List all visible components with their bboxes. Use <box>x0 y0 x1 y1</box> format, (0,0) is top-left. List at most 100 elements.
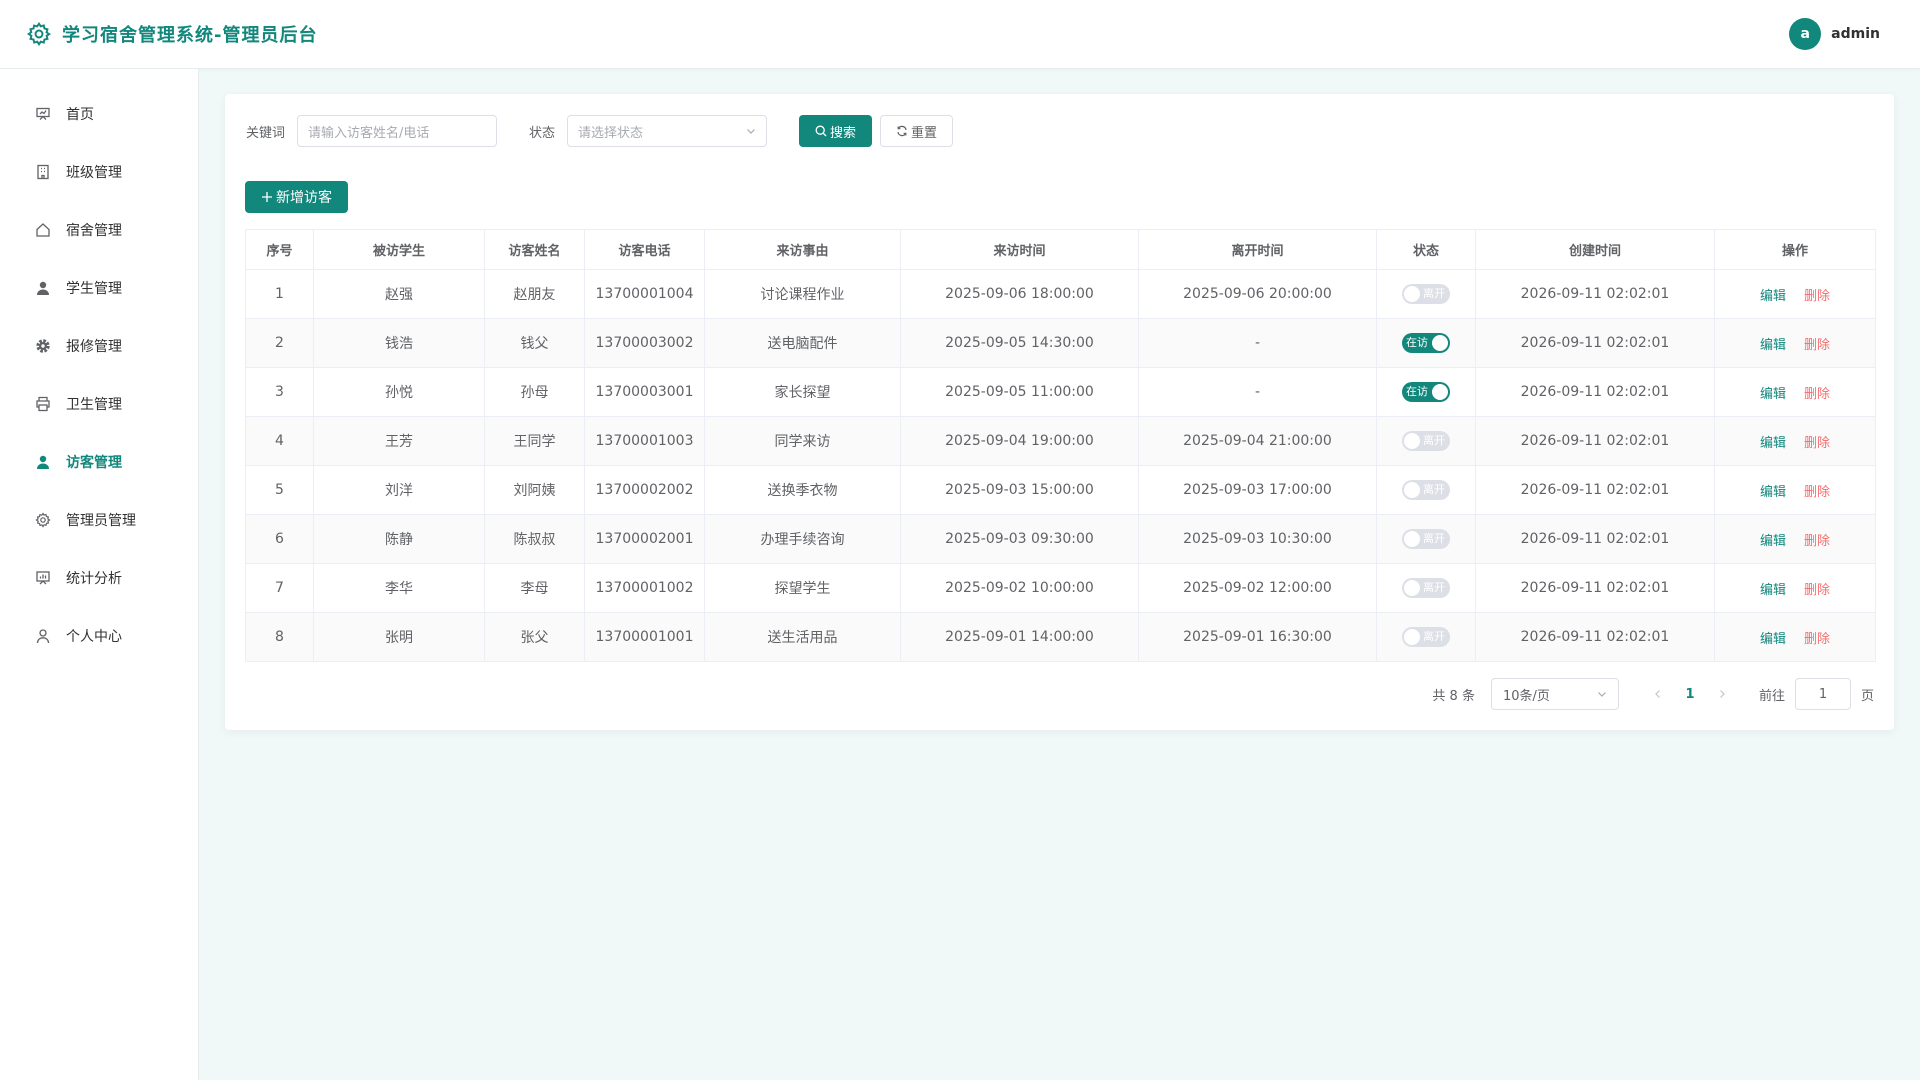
username[interactable]: admin <box>1831 26 1880 42</box>
sidebar-item-repair[interactable]: 报修管理 <box>0 317 198 375</box>
visitor-name: 张父 <box>484 612 585 662</box>
column-header: 离开时间 <box>1138 229 1377 270</box>
avatar[interactable]: a <box>1789 18 1822 50</box>
goto-page-input[interactable]: 1 <box>1794 678 1851 710</box>
sidebar: 首页 班级管理 宿舍管理 学生管理 报修管理 卫生管理 访客管理 管理员管理 统… <box>0 69 199 1080</box>
status-switch[interactable]: 在访 <box>1402 333 1450 353</box>
status-select[interactable]: 请选择状态 <box>567 115 768 147</box>
table-header-row: 序号 被访学生 访客姓名 访客电话 来访事由 来访时间 离开时间 状态 创建时间… <box>245 229 1876 270</box>
visit-time: 2025-09-01 14:00:00 <box>900 612 1139 662</box>
keyword-label: 关键词 <box>246 125 286 141</box>
status-switch-text: 离开 <box>1423 581 1445 594</box>
status-switch[interactable]: 离开 <box>1402 627 1450 647</box>
status-switch[interactable]: 离开 <box>1402 480 1450 500</box>
status-cell: 离开 <box>1376 563 1476 613</box>
sidebar-item-student[interactable]: 学生管理 <box>0 259 198 317</box>
created-time: 2026-09-11 02:02:01 <box>1475 367 1715 417</box>
row-actions-group: 编辑 删除 <box>1760 383 1830 402</box>
table-row: 6 陈静 陈叔叔 13700002001 办理手续咨询 2025-09-03 09:30:… <box>245 514 1876 564</box>
sidebar-item-profile[interactable]: 个人中心 <box>0 607 198 665</box>
status-switch-knob <box>1404 482 1420 498</box>
chevron-down-icon <box>747 129 755 134</box>
table-row: 3 孙悦 孙母 13700003001 家长探望 2025-09-05 11:00:00-… <box>245 367 1876 417</box>
edit-button[interactable]: 编辑 <box>1760 285 1786 304</box>
edit-button[interactable]: 编辑 <box>1760 334 1786 353</box>
sidebar-item-home[interactable]: 首页 <box>0 85 198 143</box>
prev-page-button[interactable] <box>1643 678 1673 710</box>
add-visitor-button[interactable]: 新增访客 <box>245 181 348 213</box>
visit-time: 2025-09-05 11:00:00 <box>900 367 1139 417</box>
leave-time: 2025-09-02 12:00:00 <box>1138 563 1377 613</box>
keyword-input[interactable]: 请输入访客姓名/电话 <box>297 115 498 147</box>
sidebar-item-visitor[interactable]: 访客管理 <box>0 433 198 491</box>
page-size-select[interactable]: 10条/页 <box>1490 678 1619 710</box>
sidebar-item-hygiene[interactable]: 卫生管理 <box>0 375 198 433</box>
sidebar-item-stats[interactable]: 统计分析 <box>0 549 198 607</box>
building-icon <box>35 164 51 180</box>
edit-button[interactable]: 编辑 <box>1760 530 1786 549</box>
visitor-name: 王同学 <box>484 416 585 466</box>
visit-reason: 同学来访 <box>704 416 901 466</box>
row-index: 4 <box>245 416 314 466</box>
status-switch[interactable]: 离开 <box>1402 431 1450 451</box>
delete-button[interactable]: 删除 <box>1804 628 1830 647</box>
visitor-phone: 13700001002 <box>584 563 705 613</box>
status-switch-text: 离开 <box>1423 434 1445 447</box>
sidebar-item-label: 学生管理 <box>66 281 122 297</box>
visitor-phone: 13700001004 <box>584 269 705 319</box>
sidebar-item-label: 卫生管理 <box>66 397 122 413</box>
status-switch[interactable]: 离开 <box>1402 578 1450 598</box>
row-index: 3 <box>245 367 314 417</box>
edit-button[interactable]: 编辑 <box>1760 432 1786 451</box>
sidebar-item-class[interactable]: 班级管理 <box>0 143 198 201</box>
edit-button[interactable]: 编辑 <box>1760 579 1786 598</box>
edit-button[interactable]: 编辑 <box>1760 481 1786 500</box>
sidebar-item-label: 首页 <box>66 107 94 123</box>
delete-button[interactable]: 删除 <box>1804 383 1830 402</box>
user-menu[interactable]: a admin <box>1789 18 1880 50</box>
delete-button[interactable]: 删除 <box>1804 334 1830 353</box>
row-actions: 编辑 删除 <box>1714 318 1876 368</box>
row-index: 2 <box>245 318 314 368</box>
status-switch[interactable]: 离开 <box>1402 529 1450 549</box>
edit-button[interactable]: 编辑 <box>1760 628 1786 647</box>
delete-button[interactable]: 删除 <box>1804 432 1830 451</box>
status-switch[interactable]: 在访 <box>1402 382 1450 402</box>
sidebar-item-label: 宿舍管理 <box>66 223 122 239</box>
printer-icon <box>35 396 51 412</box>
page-number-current[interactable]: 1 <box>1673 678 1707 710</box>
dashboard-icon <box>35 106 51 122</box>
next-page-button[interactable] <box>1707 678 1737 710</box>
row-index: 8 <box>245 612 314 662</box>
status-switch[interactable]: 离开 <box>1402 284 1450 304</box>
row-index: 6 <box>245 514 314 564</box>
visited-student: 刘洋 <box>313 465 485 515</box>
row-actions: 编辑 删除 <box>1714 416 1876 466</box>
pagination: 共 8 条 10条/页 1 前往 1 页 <box>1432 678 1874 710</box>
visit-time: 2025-09-02 10:00:00 <box>900 563 1139 613</box>
status-cell: 在访 <box>1376 318 1476 368</box>
row-actions-group: 编辑 删除 <box>1760 285 1830 304</box>
delete-button[interactable]: 删除 <box>1804 530 1830 549</box>
delete-button[interactable]: 删除 <box>1804 285 1830 304</box>
chevron-right-icon <box>1720 690 1725 698</box>
visit-reason: 送电脑配件 <box>704 318 901 368</box>
sidebar-item-label: 访客管理 <box>66 455 122 471</box>
brand: 学习宿舍管理系统-管理员后台 <box>26 21 317 47</box>
edit-button[interactable]: 编辑 <box>1760 383 1786 402</box>
delete-button[interactable]: 删除 <box>1804 579 1830 598</box>
chart-board-icon <box>35 570 51 586</box>
user-icon <box>35 280 51 296</box>
leave-time: 2025-09-03 17:00:00 <box>1138 465 1377 515</box>
reset-button[interactable]: 重置 <box>880 115 954 147</box>
visitor-phone: 13700001003 <box>584 416 705 466</box>
keyword-placeholder: 请输入访客姓名/电话 <box>308 125 430 141</box>
search-button[interactable]: 搜索 <box>799 115 873 147</box>
row-actions: 编辑 删除 <box>1714 367 1876 417</box>
visited-student: 陈静 <box>313 514 485 564</box>
sidebar-item-dorm[interactable]: 宿舍管理 <box>0 201 198 259</box>
delete-button[interactable]: 删除 <box>1804 481 1830 500</box>
user-outline-icon <box>35 628 51 644</box>
chevron-down-icon <box>1598 692 1606 697</box>
sidebar-item-admin[interactable]: 管理员管理 <box>0 491 198 549</box>
